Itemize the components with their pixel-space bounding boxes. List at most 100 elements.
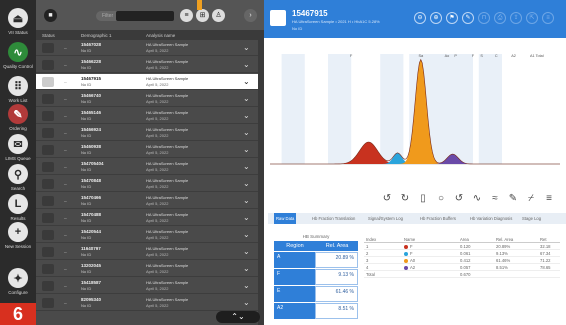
tab-4[interactable]: Hb Variation Diagnosis — [468, 213, 514, 224]
sample-row[interactable]: – 11640797 No ID HA UltraScreen Sample April… — [36, 244, 264, 260]
rail-item-7[interactable]: + New Session — [0, 222, 36, 249]
chevron-down-icon[interactable]: ⌄ — [243, 162, 250, 171]
analysis-date: April 5, 2022 — [146, 133, 169, 138]
rail-item-0[interactable]: ⏏ VII Status — [0, 8, 36, 35]
rail-item-5[interactable]: ⚲ Search — [0, 164, 36, 191]
chevron-down-icon[interactable]: ⌄ — [243, 145, 250, 154]
sample-row[interactable]: – 15470466 No ID HA UltraScreen Sample April… — [36, 193, 264, 209]
sample-row[interactable]: – 15466740 No ID HA UltraScreen Sample April… — [36, 91, 264, 107]
rail-item-1[interactable]: ∿ Quality Control — [0, 42, 36, 69]
sample-row[interactable]: – 15467028 No ID HA UltraScreen Sample April… — [36, 40, 264, 56]
rail-item-8[interactable]: ✦ Configure — [0, 268, 36, 295]
collapse-icon[interactable]: › — [244, 9, 257, 22]
peaks-col-ret: Ret — [540, 237, 547, 242]
sample-row[interactable]: – 82095340 No ID HA UltraScreen Sample April… — [36, 295, 264, 311]
sample-row[interactable]: – 15467915 No ID HA UltraScreen Sample April… — [36, 74, 264, 90]
delete-icon[interactable]: ▯ — [416, 192, 430, 206]
chevron-down-icon[interactable]: ⌄ — [243, 94, 250, 103]
summary-region: E — [277, 288, 281, 294]
summary-region: A2 — [277, 305, 284, 311]
status-dash: – — [64, 131, 67, 137]
results-icon: L — [8, 194, 28, 214]
detail-header: 15467915 HA UltraScreen Sample • 2021 H … — [264, 0, 566, 38]
region-label: F — [350, 54, 353, 58]
rail-item-6[interactable]: L Results — [0, 194, 36, 221]
tab-0[interactable]: Raw Data — [274, 213, 297, 224]
analysis-date: April 5, 2022 — [146, 303, 169, 308]
peak-area: 0.061 — [460, 251, 471, 256]
sample-id: 15466228 — [81, 59, 102, 64]
grid-view-icon[interactable]: ⊞ — [196, 9, 209, 22]
status-cell — [42, 94, 54, 104]
rail-item-3[interactable]: ✎ Ordering — [0, 104, 36, 131]
sample-row[interactable]: – 15470848 No ID HA UltraScreen Sample April… — [36, 176, 264, 192]
sample-sub: No ID — [81, 269, 92, 274]
status-cell — [42, 162, 54, 172]
status-cell — [42, 213, 54, 223]
edit-icon[interactable]: ✎ — [462, 12, 474, 24]
status-dash: – — [64, 46, 67, 52]
sample-row[interactable]: – 15466228 No ID HA UltraScreen Sample April… — [36, 57, 264, 73]
chevron-down-icon[interactable]: ⌄ — [243, 213, 250, 222]
chevron-down-icon[interactable]: ⌄ — [243, 298, 250, 307]
baseline-icon[interactable]: ⌿ — [524, 192, 538, 206]
chevron-down-icon[interactable]: ⌄ — [243, 230, 250, 239]
analysis-date: April 5, 2022 — [146, 167, 169, 172]
chevron-down-icon[interactable]: ⌄ — [243, 111, 250, 120]
chevron-down-icon[interactable]: ⌄ — [243, 281, 250, 290]
sample-row[interactable]: – 13202045 No ID HA UltraScreen Sample April… — [36, 261, 264, 277]
summary-row: E 61.46 % — [274, 286, 358, 302]
chevron-down-icon[interactable]: ⌄ — [243, 247, 250, 256]
wave-icon[interactable]: ≈ — [488, 192, 502, 206]
tab-5[interactable]: Stage Log — [520, 213, 543, 224]
region-label: S — [480, 54, 483, 58]
chevron-down-icon[interactable]: ⌄ — [243, 179, 250, 188]
zoom-out-icon[interactable]: ⊖ — [414, 12, 426, 24]
sample-row[interactable]: – 15420544 No ID HA UltraScreen Sample April… — [36, 227, 264, 243]
status-dash: – — [64, 63, 67, 69]
print-icon[interactable]: ⎙ — [494, 12, 506, 24]
chevron-down-icon[interactable]: ⌄ — [243, 128, 250, 137]
chevron-down-icon[interactable]: ⌄ — [243, 196, 250, 205]
status-cell — [42, 196, 54, 206]
chevron-down-icon[interactable]: ⌄ — [243, 60, 250, 69]
chevron-down-icon[interactable]: ⌄ — [243, 77, 250, 86]
summary-value: 9.13 % — [315, 269, 358, 285]
select-all-icon[interactable]: ■ — [44, 9, 57, 22]
search-field-bar[interactable] — [116, 11, 174, 21]
flag-icon[interactable]: ⚑ — [446, 12, 458, 24]
more-icon[interactable]: ≡ — [542, 12, 554, 24]
sample-row[interactable]: – 15465146 No ID HA UltraScreen Sample April… — [36, 108, 264, 124]
export-icon[interactable]: ⇪ — [510, 12, 522, 24]
undo-icon[interactable]: ↺ — [380, 192, 394, 206]
sample-row[interactable]: – 15470488 No ID HA UltraScreen Sample April… — [36, 210, 264, 226]
reset-icon[interactable]: ↺ — [452, 192, 466, 206]
column-analysis-name[interactable]: Analysis name — [146, 33, 175, 38]
share-icon[interactable]: ⇱ — [526, 12, 538, 24]
plus-icon: + — [8, 222, 28, 242]
rail-item-4[interactable]: ✉ LIMS Queue — [0, 134, 36, 161]
rail-item-2[interactable]: ⠿ Work List — [0, 76, 36, 103]
user-icon[interactable]: ♙ — [212, 9, 225, 22]
sample-row[interactable]: – 154705404 No ID HA UltraScreen Sample Apri… — [36, 159, 264, 175]
sample-row[interactable]: – 15460938 No ID HA UltraScreen Sample April… — [36, 142, 264, 158]
list-view-icon[interactable]: ≡ — [180, 9, 193, 22]
tab-1[interactable]: Hb Fraction Translation — [310, 213, 357, 224]
chevron-down-icon[interactable]: ⌄ — [243, 43, 250, 52]
pen-icon[interactable]: ✎ — [506, 192, 520, 206]
menu-icon[interactable]: ≡ — [542, 192, 556, 206]
integrate-icon[interactable]: ∿ — [470, 192, 484, 206]
column-demographic[interactable]: Demographic 1 — [81, 33, 112, 38]
sample-row[interactable]: – 15418587 No ID HA UltraScreen Sample April… — [36, 278, 264, 294]
chevron-down-icon[interactable]: ⌄ — [243, 264, 250, 273]
bookmark-icon[interactable]: ⊓ — [478, 12, 490, 24]
sample-sub: No ID — [81, 48, 92, 53]
column-status[interactable]: Status — [42, 33, 55, 38]
page-nav-buttons[interactable]: ⌃⌄ — [216, 311, 260, 323]
sample-row[interactable]: – 15466924 No ID HA UltraScreen Sample April… — [36, 125, 264, 141]
tab-3[interactable]: Hb Fraction Buffers — [418, 213, 458, 224]
tab-2[interactable]: Signal/System Log — [366, 213, 405, 224]
circle-icon[interactable]: ○ — [434, 192, 448, 206]
zoom-in-icon[interactable]: ⊕ — [430, 12, 442, 24]
redo-icon[interactable]: ↻ — [398, 192, 412, 206]
